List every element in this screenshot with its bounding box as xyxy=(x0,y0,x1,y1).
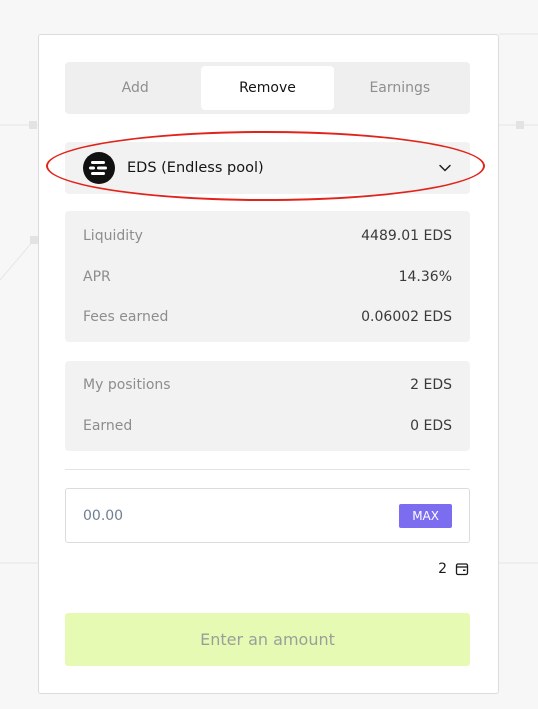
chevron-down-icon xyxy=(439,164,451,172)
tab-bar: Add Remove Earnings xyxy=(65,62,470,114)
stat-value: 14.36% xyxy=(398,268,452,285)
stat-value: 0 EDS xyxy=(410,417,452,434)
wallet-icon xyxy=(455,563,469,576)
balance-value: 2 xyxy=(438,561,447,577)
tab-remove[interactable]: Remove xyxy=(201,66,334,110)
my-stats-panel: My positions 2 EDS Earned 0 EDS xyxy=(65,361,470,451)
stat-row-apr: APR 14.36% xyxy=(83,257,452,298)
divider xyxy=(65,469,470,470)
tab-earnings[interactable]: Earnings xyxy=(334,66,466,110)
submit-button[interactable]: Enter an amount xyxy=(65,613,470,666)
stat-label: My positions xyxy=(83,377,171,394)
eds-logo-icon xyxy=(83,152,115,184)
amount-field: MAX xyxy=(65,488,470,543)
stat-value: 4489.01 EDS xyxy=(361,228,452,245)
stat-label: Liquidity xyxy=(83,228,143,245)
pool-selector[interactable]: EDS (Endless pool) xyxy=(65,142,470,194)
amount-input[interactable] xyxy=(83,507,400,524)
stat-row-fees-earned: Fees earned 0.06002 EDS xyxy=(83,297,452,338)
remove-liquidity-card: Add Remove Earnings EDS (Endless pool) L… xyxy=(38,34,499,694)
wallet-balance: 2 xyxy=(438,561,469,577)
stat-label: APR xyxy=(83,268,111,285)
stat-row-liquidity: Liquidity 4489.01 EDS xyxy=(83,216,452,257)
stat-label: Fees earned xyxy=(83,309,169,326)
stat-value: 0.06002 EDS xyxy=(361,309,452,326)
stat-row-my-positions: My positions 2 EDS xyxy=(83,365,452,406)
max-button[interactable]: MAX xyxy=(399,503,452,528)
tab-add[interactable]: Add xyxy=(69,66,201,110)
stat-row-earned: Earned 0 EDS xyxy=(83,406,452,447)
stat-value: 2 EDS xyxy=(410,377,452,394)
pool-stats-panel: Liquidity 4489.01 EDS APR 14.36% Fees ea… xyxy=(65,211,470,342)
stat-label: Earned xyxy=(83,417,133,434)
pool-name: EDS (Endless pool) xyxy=(127,160,264,176)
